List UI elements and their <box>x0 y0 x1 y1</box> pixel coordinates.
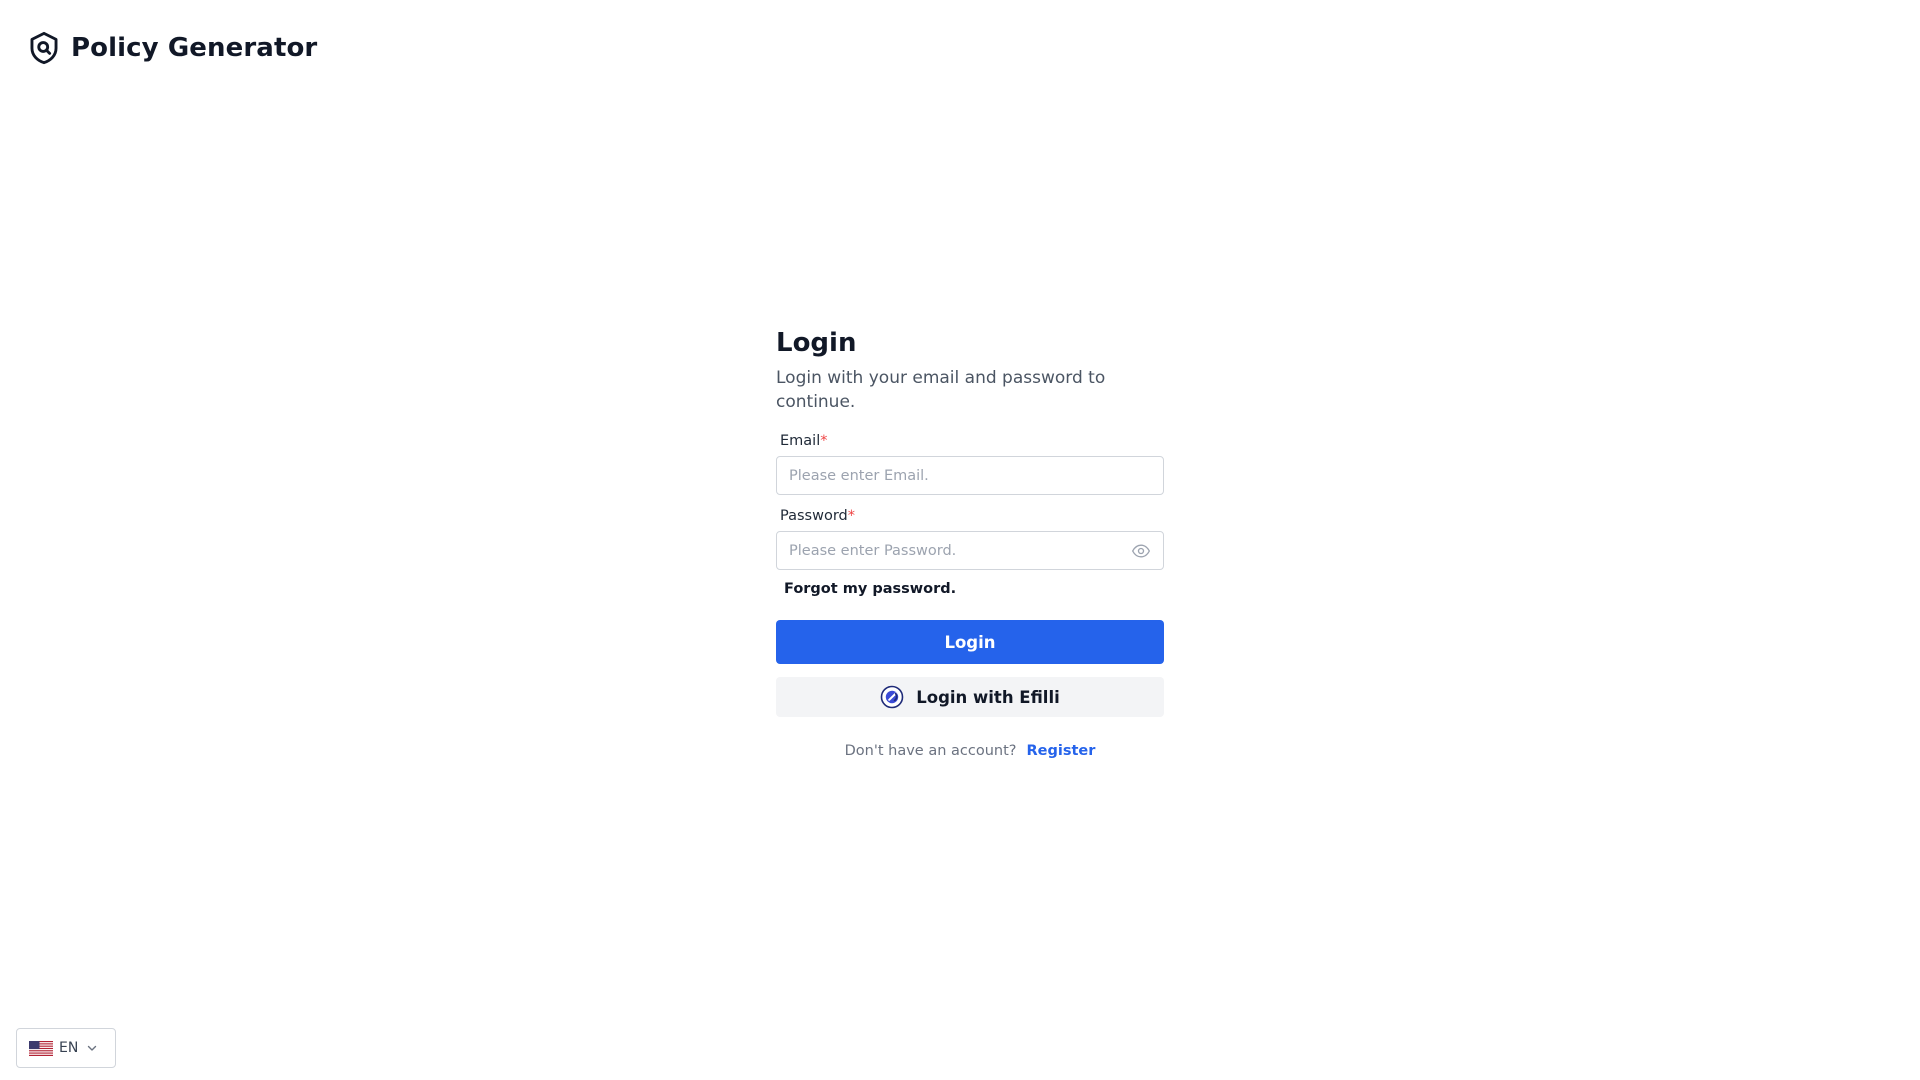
password-label-text: Password <box>780 508 848 524</box>
page-subtitle: Login with your email and password to co… <box>776 368 1106 412</box>
page-title: Login <box>776 328 857 358</box>
brand-header: Policy Generator <box>28 28 317 68</box>
email-field-wrapper <box>776 456 1164 495</box>
brand-name: Policy Generator <box>71 33 318 63</box>
login-form: Login Login with your email and password… <box>776 326 1164 760</box>
forgot-password-link[interactable]: Forgot my password. <box>784 580 956 598</box>
password-required-mark: * <box>847 508 855 524</box>
efilli-logo-icon <box>880 685 904 709</box>
login-button[interactable]: Login <box>776 620 1164 664</box>
language-select[interactable]: EN <box>16 1028 116 1068</box>
language-code: EN <box>59 1040 79 1056</box>
efilli-button-label: Login with Efilli <box>916 687 1060 707</box>
register-prompt: Don't have an account? <box>844 743 1017 759</box>
email-label-text: Email <box>780 433 821 449</box>
register-row: Don't have an account? Register <box>776 742 1164 760</box>
us-flag-icon <box>29 1040 53 1056</box>
email-field[interactable] <box>789 467 1151 484</box>
password-label: Password* <box>780 507 1164 525</box>
email-required-mark: * <box>820 433 828 449</box>
login-with-efilli-button[interactable]: Login with Efilli <box>776 677 1164 717</box>
password-field-wrapper <box>776 531 1164 570</box>
eye-icon[interactable] <box>1131 541 1151 561</box>
register-link[interactable]: Register <box>1026 743 1095 759</box>
chevron-down-icon <box>88 1045 97 1051</box>
email-label: Email* <box>780 432 1164 450</box>
password-field[interactable] <box>789 542 1131 559</box>
shield-search-icon <box>30 31 58 65</box>
